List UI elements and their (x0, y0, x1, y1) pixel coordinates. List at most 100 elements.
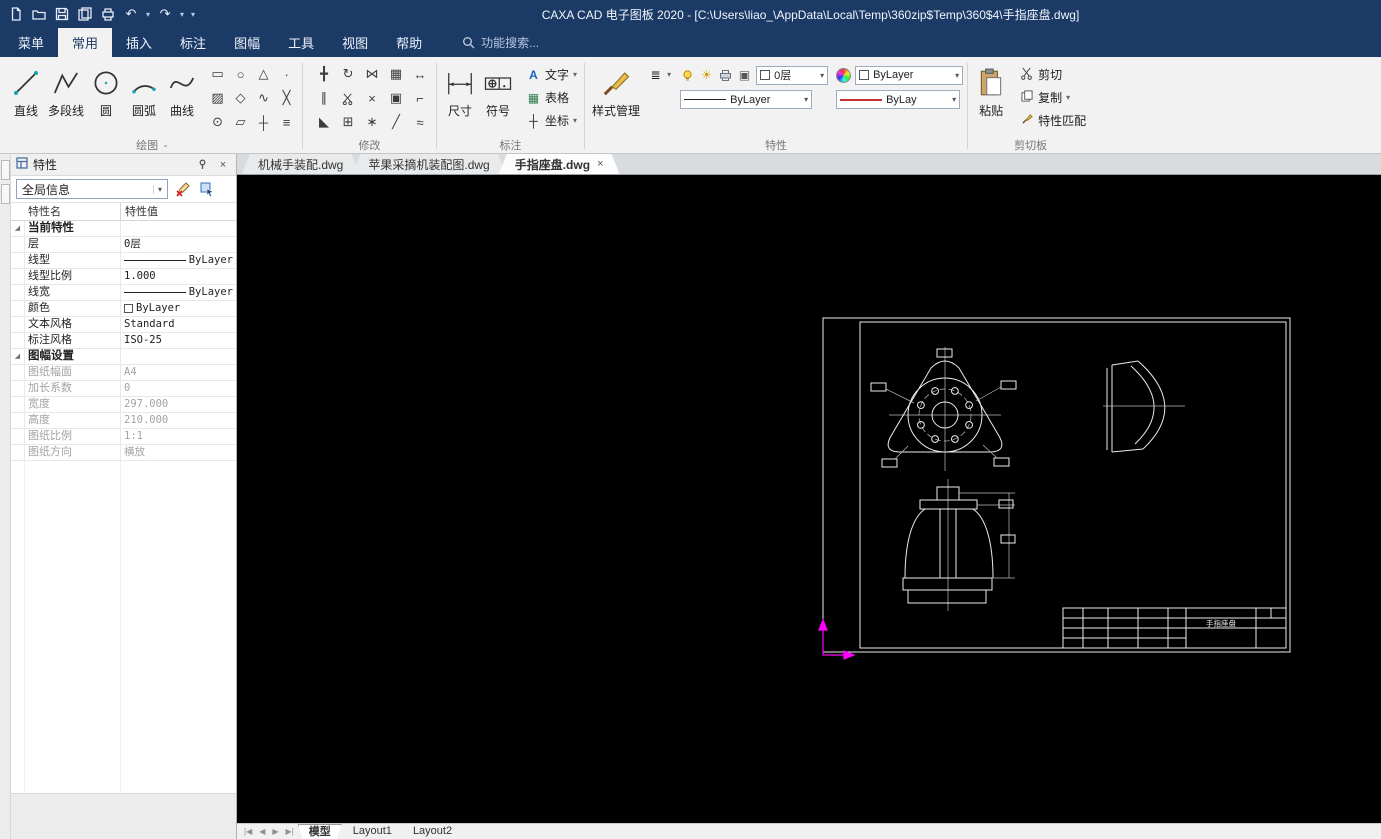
tab-tools[interactable]: 工具 (274, 28, 328, 57)
print-icon[interactable] (100, 6, 116, 22)
layout-tab-model[interactable]: 模型 (298, 824, 342, 839)
scale-tool-icon[interactable]: ⊞ (336, 110, 360, 134)
layer-freeze-icon[interactable]: ☀ (699, 68, 714, 83)
copy-button[interactable]: 复制 ▾ (1016, 87, 1089, 108)
arc-tool-button[interactable]: 圆弧 (125, 61, 163, 119)
property-row-text-style[interactable]: 文本风格 Standard (11, 317, 236, 333)
color-dropdown-icon[interactable]: ▾ (955, 71, 959, 80)
tab-insert[interactable]: 插入 (112, 28, 166, 57)
parallelogram-tool-icon[interactable]: ▱ (229, 110, 252, 134)
layer-dropdown-icon[interactable]: ▾ (820, 71, 824, 80)
array-tool-icon[interactable]: ▦ (384, 62, 408, 86)
doc-tab-1[interactable]: 机械手装配.dwg (242, 154, 359, 174)
property-row-color[interactable]: 颜色 ByLayer (11, 301, 236, 317)
open-file-icon[interactable] (31, 6, 47, 22)
break-tool-icon[interactable]: ╱ (384, 110, 408, 134)
paste-button[interactable]: 粘贴 (972, 61, 1010, 119)
properties-dock-tab-icon[interactable] (0, 160, 10, 180)
tab-help[interactable]: 帮助 (382, 28, 436, 57)
property-row-sheet-scale[interactable]: 图纸比例 1:1 (11, 429, 236, 445)
erase-tool-icon[interactable]: × (360, 86, 384, 110)
offset-tool-icon[interactable]: ∥ (312, 86, 336, 110)
property-group-row[interactable]: ◢ 图幅设置 (11, 349, 236, 365)
scope-select[interactable]: 全局信息 ▾ (16, 179, 168, 199)
tab-home[interactable]: 常用 (58, 28, 113, 57)
collapse-triangle-icon[interactable]: ◢ (11, 349, 25, 364)
explode-tool-icon[interactable]: ∗ (360, 110, 384, 134)
layer-lock-icon[interactable]: ▣ (737, 68, 752, 83)
multiline-tool-icon[interactable]: ≡ (275, 110, 298, 134)
match-properties-button[interactable]: 特性匹配 (1016, 110, 1089, 131)
tab-annotate[interactable]: 标注 (166, 28, 220, 57)
linetype-select[interactable]: ByLayer ▾ (680, 90, 813, 109)
coordinate-tool-button[interactable]: ┼ 坐标 ▾ (523, 110, 580, 131)
property-group-row[interactable]: ◢ 当前特性 (11, 221, 236, 237)
property-row-extension-factor[interactable]: 加长系数 0 (11, 381, 236, 397)
redo-dropdown-icon[interactable]: ▾ (180, 10, 184, 19)
linetype-dropdown-icon[interactable]: ▾ (804, 95, 808, 104)
lineweight-dropdown-icon[interactable]: ▾ (952, 95, 956, 104)
last-layout-icon[interactable]: ▶| (283, 827, 297, 836)
chamfer-tool-icon[interactable]: ◣ (312, 110, 336, 134)
symbol-tool-button[interactable]: 符号 (479, 61, 517, 119)
layer-settings-button[interactable]: ≣ ▾ (645, 64, 674, 85)
layer-on-icon[interactable] (680, 68, 695, 83)
property-row-sheet-orientation[interactable]: 图纸方向 横放 (11, 445, 236, 461)
doc-tab-3-active[interactable]: 手指座盘.dwg × (499, 154, 620, 174)
layer-settings-dropdown-icon[interactable]: ▾ (667, 70, 671, 79)
function-search[interactable]: 功能搜索... (462, 28, 539, 57)
tab-sheet[interactable]: 图幅 (220, 28, 274, 57)
pin-icon[interactable] (194, 157, 210, 173)
diamond-tool-icon[interactable]: ◇ (229, 86, 252, 110)
property-row-layer[interactable]: 层 0层 (11, 237, 236, 253)
trim-tool-icon[interactable] (336, 86, 360, 110)
hatch-tool-icon[interactable]: ▨ (206, 86, 229, 110)
layer-plot-icon[interactable] (718, 68, 733, 83)
rectangle-tool-icon[interactable]: ▭ (206, 62, 229, 86)
donut-tool-icon[interactable]: ⊙ (206, 110, 229, 134)
save-all-icon[interactable] (77, 6, 93, 22)
circle-tool-button[interactable]: 圆 (87, 61, 125, 119)
layout-tab-layout2[interactable]: Layout2 (403, 824, 462, 839)
close-tab-icon[interactable]: × (597, 158, 603, 170)
property-row-linetype-scale[interactable]: 线型比例 1.000 (11, 269, 236, 285)
property-row-sheet-size[interactable]: 图纸幅面 A4 (11, 365, 236, 381)
undo-dropdown-icon[interactable]: ▾ (146, 10, 150, 19)
pick-edit-button[interactable] (172, 179, 193, 200)
centerline-tool-icon[interactable]: ┼ (252, 110, 275, 134)
fillet-tool-icon[interactable]: ⌐ (408, 86, 432, 110)
library-dock-tab-icon[interactable] (0, 184, 10, 204)
spline-tool-icon[interactable]: ∿ (252, 86, 275, 110)
copy-object-tool-icon[interactable]: ▣ (384, 86, 408, 110)
draw-group-expander-icon[interactable]: ⌄ (162, 140, 169, 149)
table-tool-button[interactable]: ▦ 表格 (523, 87, 580, 108)
line-tool-button[interactable]: 直线 (7, 61, 45, 119)
property-row-width[interactable]: 宽度 297.000 (11, 397, 236, 413)
prev-layout-icon[interactable]: ◀ (256, 827, 268, 836)
property-row-dim-style[interactable]: 标注风格 ISO-25 (11, 333, 236, 349)
layout-tab-layout1[interactable]: Layout1 (343, 824, 402, 839)
undo-icon[interactable]: ↶ (123, 6, 139, 22)
cut-button[interactable]: 剪切 (1016, 64, 1089, 85)
close-panel-icon[interactable]: × (215, 157, 231, 173)
dimension-tool-button[interactable]: 尺寸 (441, 61, 479, 119)
color-wheel-icon[interactable] (836, 67, 852, 83)
new-file-icon[interactable] (8, 6, 24, 22)
color-select[interactable]: ByLayer ▾ (855, 65, 964, 85)
property-row-lineweight[interactable]: 线宽 ByLayer (11, 285, 236, 301)
first-layout-icon[interactable]: |◀ (241, 827, 255, 836)
property-row-linetype[interactable]: 线型 ByLayer (11, 253, 236, 269)
copy-dropdown-icon[interactable]: ▾ (1066, 93, 1070, 102)
tab-view[interactable]: 视图 (328, 28, 382, 57)
polygon-tool-icon[interactable]: △ (252, 62, 275, 86)
text-tool-button[interactable]: A 文字 ▾ (523, 64, 580, 85)
tab-menu[interactable]: 菜单 (4, 28, 58, 57)
mirror-tool-icon[interactable]: ⋈ (360, 62, 384, 86)
save-icon[interactable] (54, 6, 70, 22)
qat-customize-icon[interactable]: ▾ (191, 10, 195, 19)
polyline-tool-button[interactable]: 多段线 (45, 61, 87, 119)
lineweight-select[interactable]: ByLay ▾ (836, 90, 961, 109)
doc-tab-2[interactable]: 苹果采摘机装配图.dwg (352, 154, 505, 174)
ellipse-tool-icon[interactable]: ○ (229, 62, 252, 86)
curve-tool-button[interactable]: 曲线 (163, 61, 201, 119)
